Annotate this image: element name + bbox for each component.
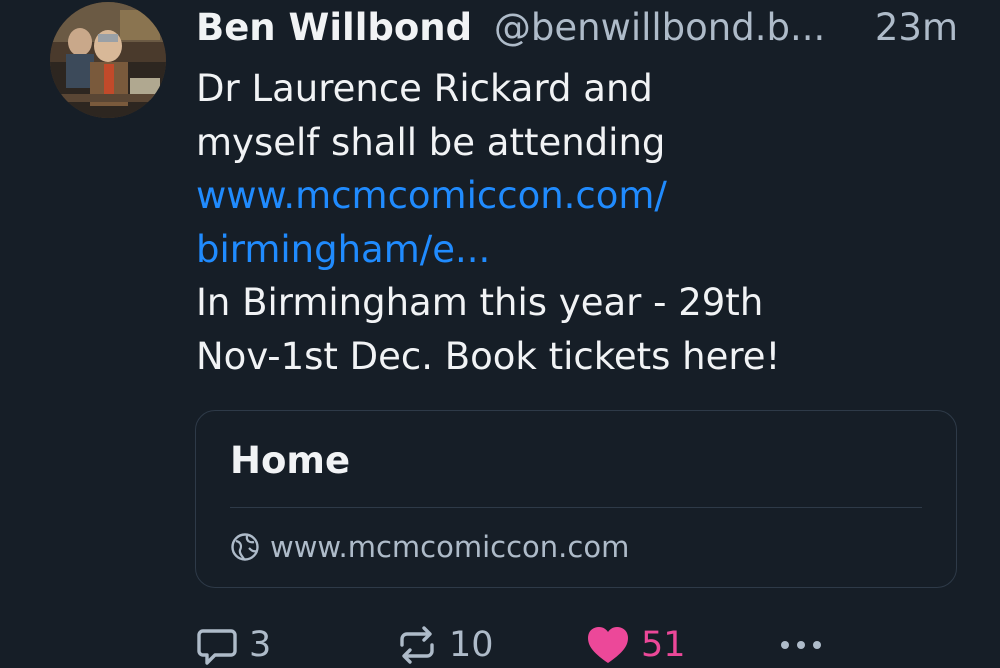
post-link[interactable]: www.mcmcomiccon.com/ [196, 169, 836, 223]
ellipsis-icon [781, 641, 821, 649]
globe-icon [231, 533, 259, 561]
post-actions: 3 10 51 [195, 620, 835, 668]
more-options-button[interactable] [777, 620, 835, 668]
post-link-line[interactable]: birmingham/e... [196, 228, 490, 271]
author-handle[interactable]: @benwillbond.b... [494, 6, 825, 49]
avatar-photo [50, 2, 166, 118]
like-button[interactable]: 51 [585, 620, 686, 668]
link-embed-card[interactable]: Home www.mcmcomiccon.com [195, 410, 957, 588]
author-avatar[interactable] [50, 2, 166, 118]
post-body: Dr Laurence Rickard and myself shall be … [196, 62, 836, 383]
heart-filled-icon [588, 627, 628, 663]
author-name[interactable]: Ben Willbond [196, 6, 472, 49]
post-link[interactable]: birmingham/e... [196, 223, 836, 277]
repost-count: 10 [449, 625, 494, 665]
embed-domain: www.mcmcomiccon.com [230, 527, 629, 567]
post-text-line: In Birmingham this year - 29th [196, 281, 764, 324]
post-header: Ben Willbond @benwillbond.b... 23m [196, 4, 966, 52]
reply-count: 3 [249, 625, 272, 665]
post-text-line: Nov-1st Dec. Book tickets here! [196, 334, 781, 378]
embed-title: Home [230, 439, 351, 482]
reply-button[interactable]: 3 [195, 620, 271, 668]
repost-arrows-icon [400, 626, 434, 664]
repost-button[interactable]: 10 [395, 620, 494, 668]
embed-divider [230, 507, 922, 508]
speech-bubble-icon [197, 629, 237, 665]
like-count: 51 [641, 625, 686, 665]
post-timestamp[interactable]: 23m [875, 4, 958, 52]
post-text-line: myself shall be attending [196, 120, 666, 164]
embed-domain-text: www.mcmcomiccon.com [270, 530, 630, 564]
post-link-line[interactable]: www.mcmcomiccon.com/ [196, 174, 667, 217]
post-text-line: Dr Laurence Rickard and [196, 67, 653, 110]
